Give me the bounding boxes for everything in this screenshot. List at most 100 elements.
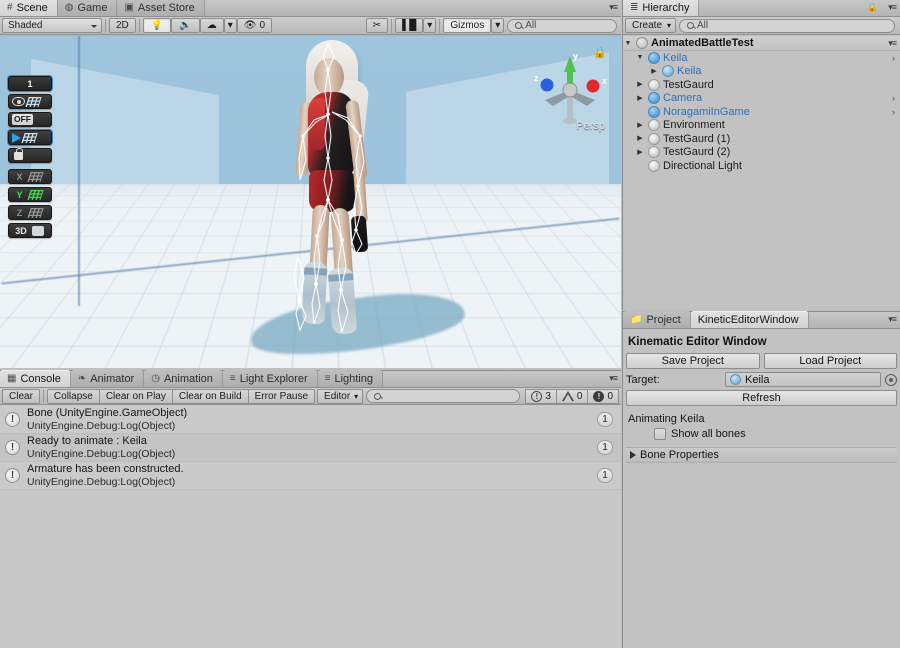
tab-asset-store[interactable]: ▣ Asset Store [117,0,205,16]
scene-camera-chevron[interactable]: ▾ [423,18,437,33]
tab-lighting[interactable]: ≡ Lighting [317,370,383,387]
scene-search-input[interactable]: All [507,18,617,33]
scene-fx-dropdown[interactable]: ☁ [199,18,224,33]
tab-animation[interactable]: ◷ Animation [144,370,223,387]
hierarchy-tree[interactable]: ▼ AnimatedBattleTest ▾≡ ▼ Keila › ▶ Keil… [623,36,900,310]
toolbar-separator [439,18,441,33]
prefab-open-icon[interactable]: › [892,53,895,63]
gameobject-icon [648,119,660,132]
console-error-counter[interactable]: ! 0 [588,388,619,404]
tab-scene[interactable]: # Scene [0,0,58,16]
hierarchy-item-environment[interactable]: ▶ Environment [623,119,900,133]
lightbulb-icon: 💡 [150,20,164,31]
panel-menu-icon[interactable]: ▾≡ [609,2,618,13]
chevron-right-icon[interactable]: ▶ [635,146,645,159]
chevron-right-icon[interactable]: ▶ [635,119,645,132]
grid-opacity-toggle[interactable]: OFF [8,112,52,127]
prefab-open-icon[interactable]: › [892,93,895,103]
hierarchy-toolbar: Create ▾ All [623,17,900,35]
lock-icon[interactable]: 🔒 [867,2,878,13]
hierarchy-item-testgaurd-1[interactable]: ▶ TestGaurd (1) [623,132,900,146]
log-entry[interactable]: ! Ready to animate : Keila UnityEngine.D… [0,434,621,462]
tab-light-explorer[interactable]: ≡ Light Explorer [222,370,318,387]
hierarchy-item-camera[interactable]: ▶ Camera › [623,92,900,106]
hierarchy-item-testgaurd[interactable]: ▶ TestGaurd [623,78,900,92]
console-info-counter[interactable]: ! 3 [525,388,557,404]
scene-fx-chevron[interactable]: ▾ [223,18,237,33]
hierarchy-item-keila-child[interactable]: ▶ Keila [623,65,900,79]
console-clear-on-build-toggle[interactable]: Clear on Build [171,388,248,404]
panel-menu-icon[interactable]: ▾≡ [888,314,897,325]
chevron-down-icon[interactable]: ▼ [635,51,645,64]
scene-tools-button[interactable]: ✂ [365,18,389,33]
console-editor-dropdown[interactable]: Editor ▾ [317,388,364,404]
console-clear-on-play-toggle[interactable]: Clear on Play [98,388,172,404]
console-warning-counter[interactable]: 0 [556,388,589,404]
console-log-list[interactable]: ! Bone (UnityEngine.GameObject) UnityEng… [0,406,621,648]
scene-view-gizmo[interactable]: 🔒 x y z Persp [527,42,613,136]
chevron-right-icon[interactable]: ▶ [635,92,645,105]
tab-animator[interactable]: ❧ Animator [70,370,145,387]
target-object-field[interactable]: Keila [725,372,881,387]
lock-icon[interactable]: 🔒 [593,46,607,59]
scene-viewport[interactable]: 1 OFF X Y Z 3D 🔒 x y z Persp [0,36,621,368]
refresh-button[interactable]: Refresh [626,390,897,406]
grid-3d-toggle[interactable]: 3D [8,223,52,238]
log-entry[interactable]: ! Armature has been constructed. UnityEn… [0,462,621,490]
scene-camera-button[interactable]: ▌█ [395,18,424,33]
panel-menu-icon[interactable]: ▾≡ [888,2,897,13]
tab-project-label: Project [646,313,681,326]
scene-hidden-objects[interactable]: 👁 0 [236,18,272,33]
hierarchy-item-keila[interactable]: ▼ Keila › [623,51,900,65]
log-entry[interactable]: ! Bone (UnityEngine.GameObject) UnityEng… [0,406,621,434]
hierarchy-item-directional-light[interactable]: ▶ Directional Light [623,159,900,173]
chevron-right-icon[interactable]: ▶ [635,132,645,145]
scene-audio-toggle[interactable]: 🔈 [171,18,200,33]
chevron-right-icon[interactable]: ▶ [649,65,659,78]
grid-icon: # [7,1,13,13]
grid-axis-x-toggle[interactable]: X [8,169,52,184]
tab-hierarchy[interactable]: ≣ Hierarchy [623,0,700,16]
gizmos-button[interactable]: Gizmos [443,18,492,33]
chevron-down-icon[interactable]: ▼ [623,37,633,50]
scene-icon [636,37,648,49]
grid-axis-z-toggle[interactable]: Z [8,205,52,220]
save-project-button[interactable]: Save Project [626,353,760,369]
hierarchy-item-testgaurd-2[interactable]: ▶ TestGaurd (2) [623,146,900,160]
scene-lighting-toggle[interactable]: 💡 [142,18,172,33]
bone-properties-foldout[interactable]: Bone Properties [626,447,897,463]
object-picker-icon[interactable] [885,373,897,386]
gizmos-chevron[interactable]: ▾ [491,18,505,33]
hierarchy-create-dropdown[interactable]: Create ▾ [625,18,677,33]
show-all-bones-checkbox[interactable] [654,428,666,440]
grid-snap-move-toggle[interactable] [8,130,52,145]
tab-kinetic-editor-window[interactable]: KineticEditorWindow [690,311,809,328]
show-all-bones-row[interactable]: Show all bones [626,427,897,442]
console-search-input[interactable] [366,389,521,403]
grid-axis-y-toggle[interactable]: Y [8,187,52,202]
load-project-button[interactable]: Load Project [763,353,897,369]
character-model-keila[interactable] [278,40,408,360]
search-icon [687,22,695,29]
console-error-pause-toggle[interactable]: Error Pause [247,388,316,404]
draw-mode-dropdown[interactable]: Shaded [2,18,102,33]
tab-game[interactable]: ◍ Game [57,0,118,16]
2d-toggle-button[interactable]: 2D [109,18,136,33]
tab-console[interactable]: ▦ Console [0,370,71,387]
projection-label[interactable]: Persp [576,120,605,132]
scene-menu-icon[interactable]: ▾≡ [888,38,897,49]
hierarchy-scene-root[interactable]: ▼ AnimatedBattleTest ▾≡ [623,36,900,51]
prefab-open-icon[interactable]: › [892,107,895,117]
chevron-right-icon[interactable]: ▶ [635,78,645,91]
grid-visibility-toggle[interactable] [8,94,52,109]
hierarchy-item-noragamiingame[interactable]: ▶ NoragamiInGame › [623,105,900,119]
prefab-icon [648,92,660,105]
character-glove-right [350,215,369,253]
hierarchy-search-input[interactable]: All [679,18,895,33]
console-clear-button[interactable]: Clear [2,388,40,404]
grid-size-field[interactable]: 1 [8,76,52,91]
panel-menu-icon[interactable]: ▾≡ [609,373,618,384]
grid-lock-toggle[interactable] [8,147,52,163]
console-collapse-toggle[interactable]: Collapse [46,388,99,404]
tab-project[interactable]: 📁 Project [623,311,691,328]
